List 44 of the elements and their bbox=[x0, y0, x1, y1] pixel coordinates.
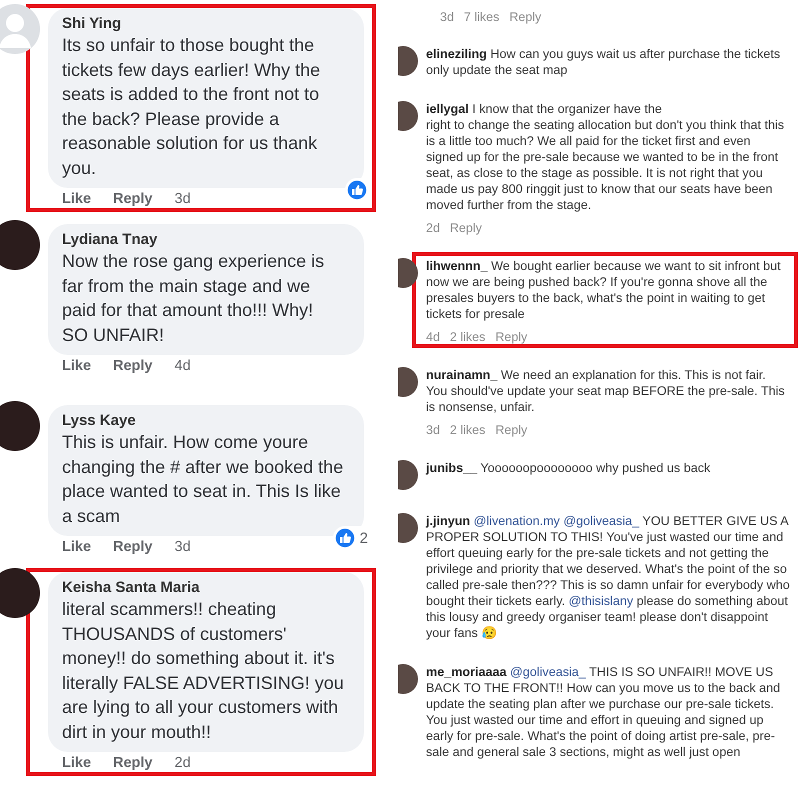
likes-count: 2 likes bbox=[450, 423, 486, 437]
timestamp: 4d bbox=[174, 358, 191, 375]
likes-count: 7 likes bbox=[464, 10, 500, 24]
reply-link[interactable]: Reply bbox=[113, 539, 153, 556]
reply-link[interactable]: Reply bbox=[113, 191, 153, 208]
comment-text: iellygal I know that the organizer have the right to change the seating allocation but don't you think that this is a little too much? We all paid for the ticket first and even signed up for the pre-sale because we wanted to be in the front seat, as close to the stage as possible. It is not right that you made us pay 800 ringgit just to know that our seats have been moved further from the stage. bbox=[426, 101, 786, 213]
comment-text: elineziling How can you guys wait us after purchase the tickets only update the seat map bbox=[426, 46, 782, 78]
comment-text: me_moriaaaa @goliveasia_ THIS IS SO UNFAIR!! MOVE US BACK TO THE FRONT!! How can you move us to the back and update the seating plan after we purchase our pre-sale tickets. You just wasted our time and effort in queuing and signed up early for pre-sale. What's the point of doing artist pre-sale, pre-sale and general sale 3 sections, might as well just open bbox=[426, 664, 782, 760]
reply-link[interactable]: Reply bbox=[495, 423, 528, 437]
mention-link[interactable]: @livenation.my bbox=[474, 514, 560, 528]
comment-text: junibs__ Yoooooopoooooooo why pushed us back bbox=[426, 460, 712, 476]
like-link[interactable]: Like bbox=[62, 191, 92, 208]
timestamp: 2d bbox=[426, 221, 440, 235]
comment-text: nurainamn_ We need an explanation for this. This is not fair. You should've update your seat map BEFORE the pre-sale. This is nonsense, unfair. bbox=[426, 367, 786, 415]
like-link[interactable]: Like bbox=[62, 539, 92, 556]
like-reaction-icon bbox=[346, 179, 368, 201]
timestamp: 3d bbox=[426, 423, 440, 437]
author-name[interactable]: Keisha Santa Maria bbox=[62, 579, 350, 596]
author-name[interactable]: Lydiana Tnay bbox=[62, 231, 350, 248]
author-name[interactable]: Shi Ying bbox=[62, 15, 350, 32]
likes-count: 2 likes bbox=[450, 330, 486, 344]
timestamp: 3d bbox=[174, 539, 191, 556]
mention-link[interactable]: @thisislany bbox=[568, 594, 634, 608]
mention-link[interactable]: @goliveasia_ bbox=[510, 665, 586, 679]
reply-link[interactable]: Reply bbox=[113, 755, 153, 772]
like-link[interactable]: Like bbox=[62, 358, 92, 375]
reply-link[interactable]: Reply bbox=[495, 330, 528, 344]
comment-text: This is unfair. How come youre changing the # after we booked the place wanted to seat in. This Is like a scam bbox=[62, 431, 344, 528]
comment-text: Its so unfair to those bought the tickets few days earlier! Why the seats is added to the front not to the back? Please provide a reasonable solution for us thank you. bbox=[62, 34, 322, 180]
reply-link[interactable]: Reply bbox=[509, 10, 542, 24]
like-reaction-icon bbox=[334, 527, 356, 549]
timestamp: 3d bbox=[440, 10, 454, 24]
author-name[interactable]: Lyss Kaye bbox=[62, 412, 350, 429]
mention-link[interactable]: @goliveasia_ bbox=[563, 514, 640, 528]
like-link[interactable]: Like bbox=[62, 755, 92, 772]
comment-text: lihwennn_ We bought earlier because we want to sit infront but now we are being pushed back? If you're gonna shove all the presales buyers to the back, what's the point in waiting to get tickets for presale bbox=[426, 258, 782, 322]
timestamp: 3d bbox=[174, 191, 191, 208]
comment-text: j.jinyun @livenation.my @goliveasia_ YOU BETTER GIVE US A PROPER SOLUTION TO THIS! You've just wasted our time and effort queuing early for the pre-sale tickets and not getting the privilege and priority that we deserved. What's the point of the so called pre-sale then??? This is so damn unfair for everybody who bought their tickets early. @thisislany please do something about this lousy and greedy organiser team! please don't disappoint your fans 😥 bbox=[426, 513, 790, 641]
reply-link[interactable]: Reply bbox=[450, 221, 482, 235]
reply-link[interactable]: Reply bbox=[113, 358, 153, 375]
timestamp: 4d bbox=[426, 330, 440, 344]
comment-text: literal scammers!! cheating THOUSANDS of customers' money!! do something about it. it's literally FALSE ADVERTISING! you are lying to all your customers with dirt in your mouth!! bbox=[62, 598, 344, 744]
comment-text: Now the rose gang experience is far from the main stage and we paid for that amount tho!!! Why! SO UNFAIR! bbox=[62, 250, 326, 346]
timestamp: 2d bbox=[174, 755, 191, 772]
